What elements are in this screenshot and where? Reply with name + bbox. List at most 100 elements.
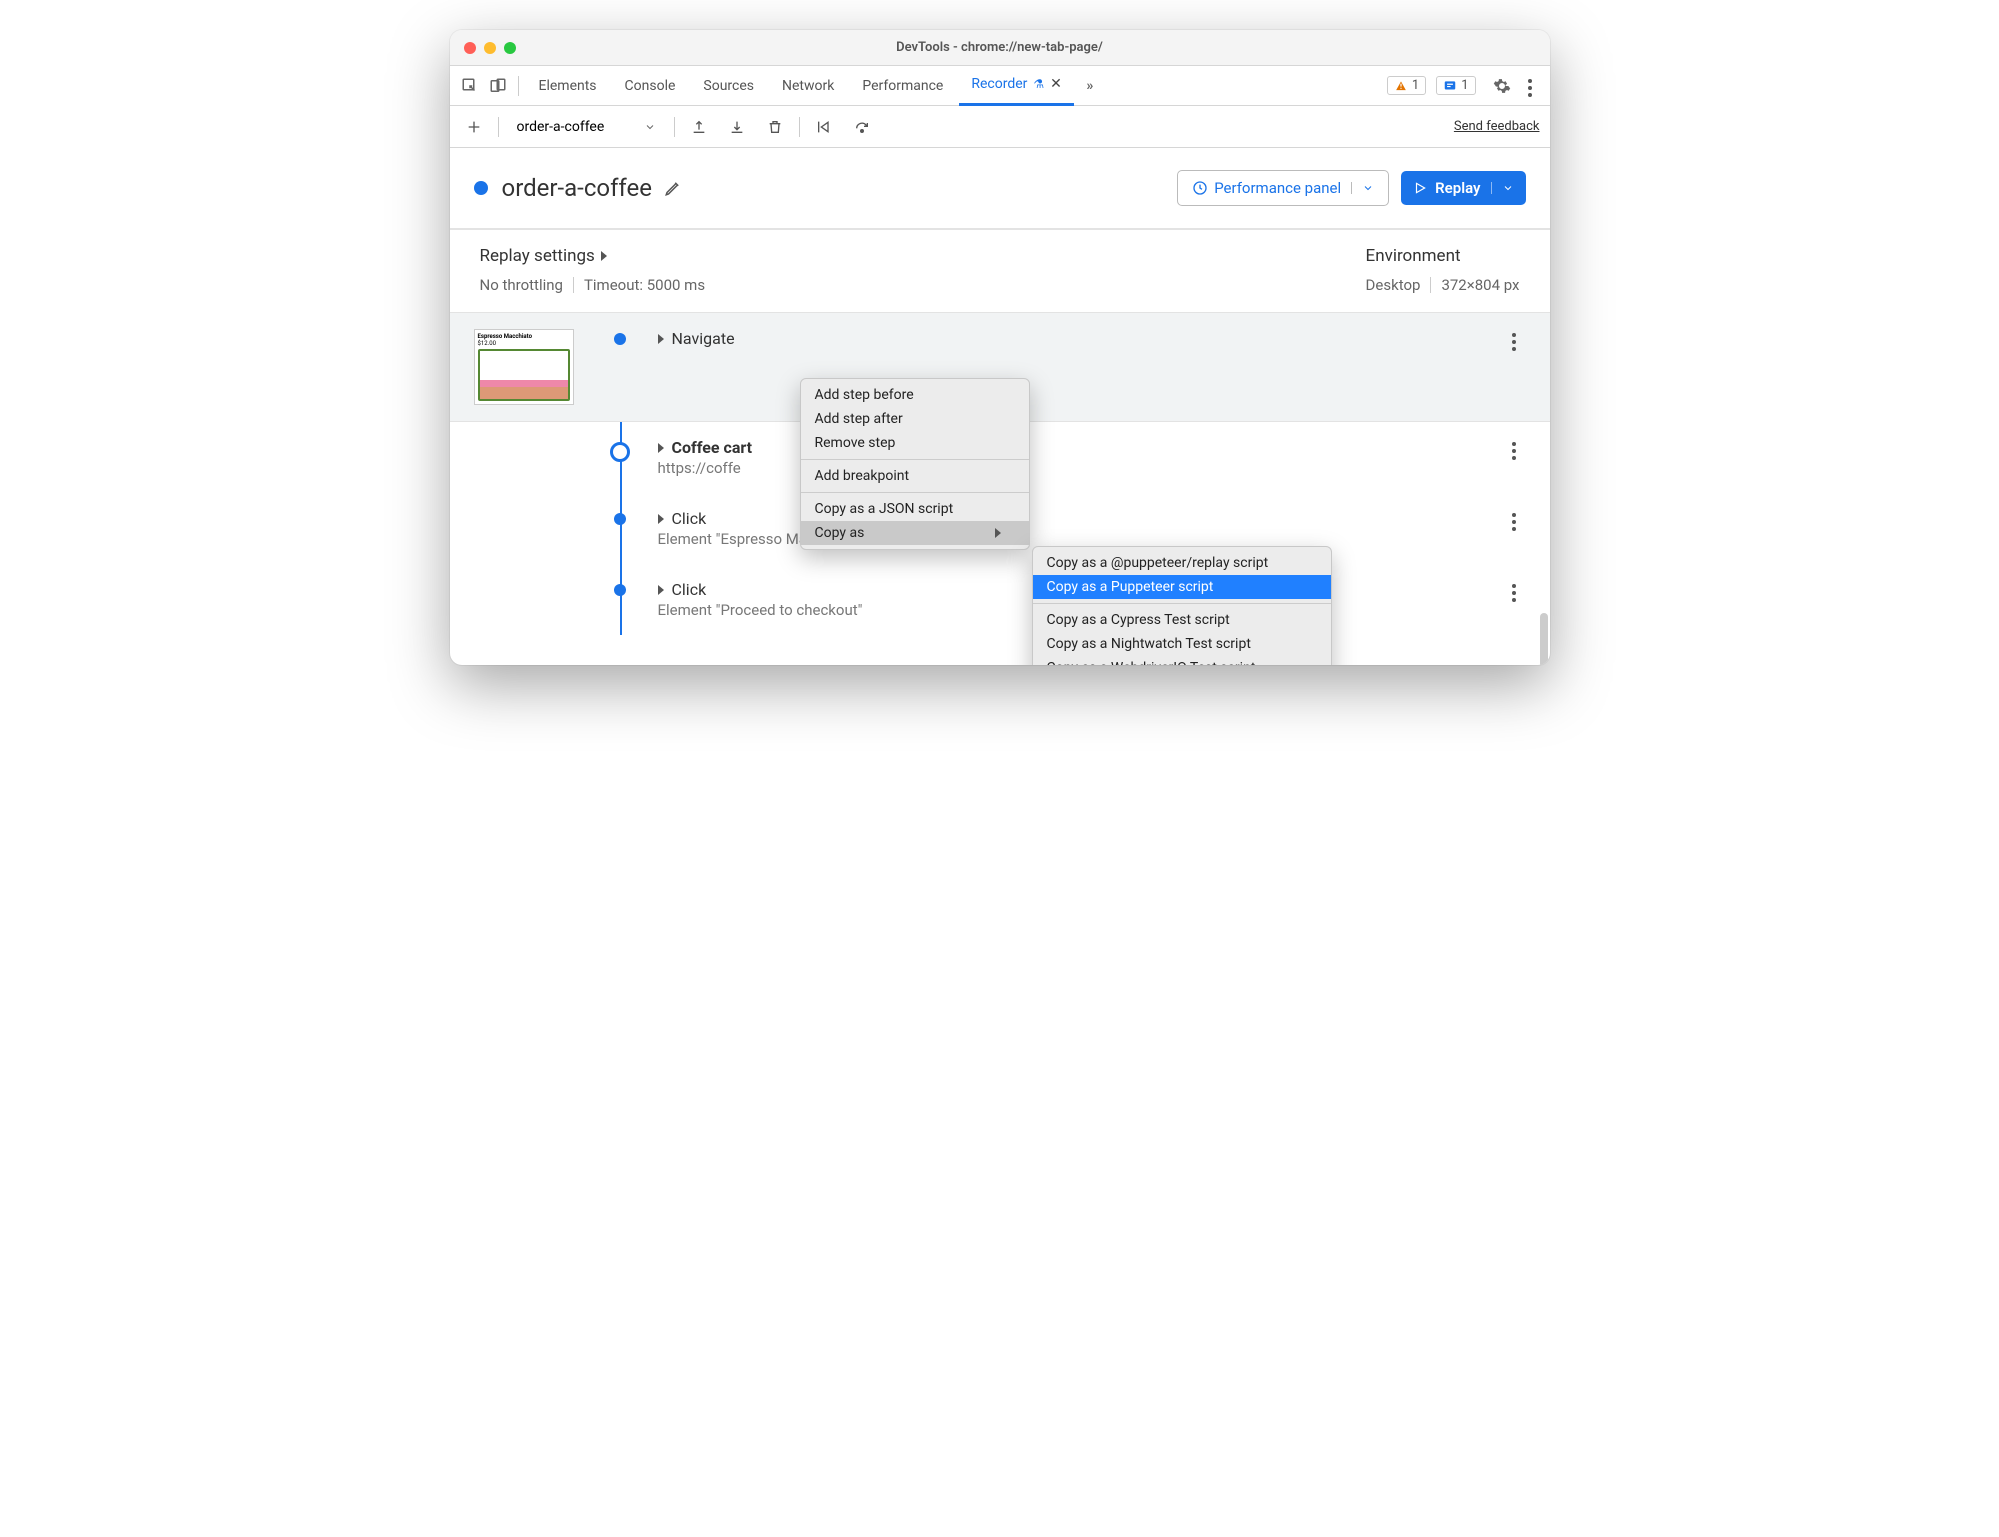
- step-title: Navigate: [672, 329, 735, 348]
- settings-row: Replay settings No throttling Timeout: 5…: [450, 230, 1550, 313]
- timeline-marker: [610, 442, 630, 462]
- menu-separator: [1033, 603, 1331, 604]
- tab-elements[interactable]: Elements: [527, 66, 609, 106]
- ctx-copy-json[interactable]: Copy as a JSON script: [801, 497, 1029, 521]
- steps-timeline: Espresso Macchiato $12.00 Navigate Coffe…: [450, 313, 1550, 665]
- menu-label: Copy as: [815, 525, 865, 541]
- send-feedback-link[interactable]: Send feedback: [1454, 119, 1540, 134]
- menu-label: Copy as a Cypress Test script: [1047, 612, 1230, 628]
- separator: [573, 277, 574, 293]
- ctx-copy-as[interactable]: Copy as: [801, 521, 1029, 545]
- tab-network[interactable]: Network: [770, 66, 846, 106]
- badge-count: 1: [1412, 78, 1419, 93]
- step-row[interactable]: Click Element "Proceed to checkout": [450, 564, 1550, 635]
- chevron-right-icon: [995, 528, 1001, 538]
- menu-label: Copy as a Nightwatch Test script: [1047, 636, 1251, 652]
- separator: [799, 117, 800, 137]
- close-tab-icon[interactable]: ✕: [1050, 76, 1062, 92]
- tab-label: Sources: [703, 78, 754, 94]
- window-title: DevTools - chrome://new-tab-page/: [450, 40, 1550, 55]
- badge-count: 1: [1461, 78, 1468, 93]
- edit-title-icon[interactable]: [664, 179, 682, 197]
- context-submenu: Copy as a @puppeteer/replay script Copy …: [1032, 546, 1332, 665]
- tab-sources[interactable]: Sources: [691, 66, 766, 106]
- ctx-remove-step[interactable]: Remove step: [801, 431, 1029, 455]
- timeline-marker: [614, 584, 626, 596]
- menu-label: Copy as a @puppeteer/replay script: [1047, 555, 1269, 571]
- separator: [498, 117, 499, 137]
- chevron-down-icon[interactable]: [1351, 182, 1374, 194]
- tab-performance[interactable]: Performance: [850, 66, 955, 106]
- menu-label: Add step before: [815, 387, 914, 403]
- timeline-marker: [614, 333, 626, 345]
- chevron-down-icon[interactable]: [1491, 182, 1514, 194]
- step-menu-button[interactable]: [1502, 438, 1526, 460]
- step-menu-button[interactable]: [1502, 509, 1526, 531]
- tab-recorder[interactable]: Recorder ⚗ ✕: [959, 66, 1074, 106]
- settings-icon[interactable]: [1490, 74, 1514, 98]
- tab-console[interactable]: Console: [613, 66, 688, 106]
- more-tabs-icon[interactable]: »: [1078, 74, 1102, 98]
- expand-icon[interactable]: [658, 443, 664, 453]
- separator: [1430, 277, 1431, 293]
- recorder-toolbar: order-a-coffee Send feedback: [450, 106, 1550, 148]
- step-over-icon[interactable]: [848, 113, 876, 141]
- heading-label: Environment: [1366, 246, 1461, 266]
- performance-panel-button[interactable]: Performance panel: [1177, 170, 1389, 206]
- export-icon[interactable]: [685, 113, 713, 141]
- expand-icon[interactable]: [658, 585, 664, 595]
- step-title: Click: [672, 580, 707, 599]
- tab-label: Network: [782, 78, 834, 94]
- ctx-add-breakpoint[interactable]: Add breakpoint: [801, 464, 1029, 488]
- replay-settings-values: No throttling Timeout: 5000 ms: [480, 276, 706, 294]
- device-toggle-icon[interactable]: [486, 74, 510, 98]
- menu-separator: [801, 459, 1029, 460]
- warnings-badge[interactable]: 1: [1387, 76, 1426, 95]
- menu-label: Remove step: [815, 435, 896, 451]
- delete-icon[interactable]: [761, 113, 789, 141]
- menu-label: Add breakpoint: [815, 468, 910, 484]
- chevron-right-icon: [601, 251, 607, 261]
- sub-copy-cypress[interactable]: Copy as a Cypress Test script: [1033, 608, 1331, 632]
- separator: [674, 117, 675, 137]
- throttling-value: No throttling: [480, 276, 563, 294]
- more-options-icon[interactable]: [1518, 74, 1542, 98]
- scrollbar[interactable]: [1540, 613, 1548, 665]
- expand-icon[interactable]: [658, 334, 664, 344]
- sub-copy-puppeteer-replay[interactable]: Copy as a @puppeteer/replay script: [1033, 551, 1331, 575]
- tab-label: Recorder: [971, 76, 1027, 92]
- menu-label: Copy as a JSON script: [815, 501, 954, 517]
- sub-copy-nightwatch[interactable]: Copy as a Nightwatch Test script: [1033, 632, 1331, 656]
- step-menu-button[interactable]: [1502, 329, 1526, 351]
- experiment-icon: ⚗: [1033, 77, 1044, 91]
- tabstrip: Elements Console Sources Network Perform…: [450, 66, 1550, 106]
- step-menu-button[interactable]: [1502, 580, 1526, 602]
- sub-copy-puppeteer[interactable]: Copy as a Puppeteer script: [1033, 575, 1331, 599]
- ctx-add-step-after[interactable]: Add step after: [801, 407, 1029, 431]
- record-status-dot: [474, 181, 488, 195]
- recording-name: order-a-coffee: [517, 119, 605, 135]
- new-recording-icon[interactable]: [460, 113, 488, 141]
- context-menu: Add step before Add step after Remove st…: [800, 378, 1030, 550]
- step-replay-icon[interactable]: [810, 113, 838, 141]
- device-value: Desktop: [1366, 276, 1421, 294]
- ctx-add-step-before[interactable]: Add step before: [801, 383, 1029, 407]
- viewport-value: 372×804 px: [1441, 276, 1519, 294]
- replay-settings-heading[interactable]: Replay settings: [480, 246, 706, 266]
- heading-label: Replay settings: [480, 246, 595, 266]
- recording-select[interactable]: order-a-coffee: [509, 119, 665, 135]
- menu-separator: [801, 492, 1029, 493]
- replay-button[interactable]: Replay: [1401, 171, 1525, 205]
- inspect-icon[interactable]: [458, 74, 482, 98]
- issues-badge[interactable]: 1: [1436, 76, 1475, 95]
- environment-heading: Environment: [1366, 246, 1520, 266]
- sub-copy-webdriverio[interactable]: Copy as a WebdriverIO Test script: [1033, 656, 1331, 665]
- chevron-down-icon: [644, 121, 656, 133]
- expand-icon[interactable]: [658, 514, 664, 524]
- step-subtitle: https://coffe: [658, 459, 1502, 477]
- menu-label: Add step after: [815, 411, 903, 427]
- recording-title: order-a-coffee: [502, 174, 652, 202]
- environment-values: Desktop 372×804 px: [1366, 276, 1520, 294]
- import-icon[interactable]: [723, 113, 751, 141]
- tab-label: Elements: [539, 78, 597, 94]
